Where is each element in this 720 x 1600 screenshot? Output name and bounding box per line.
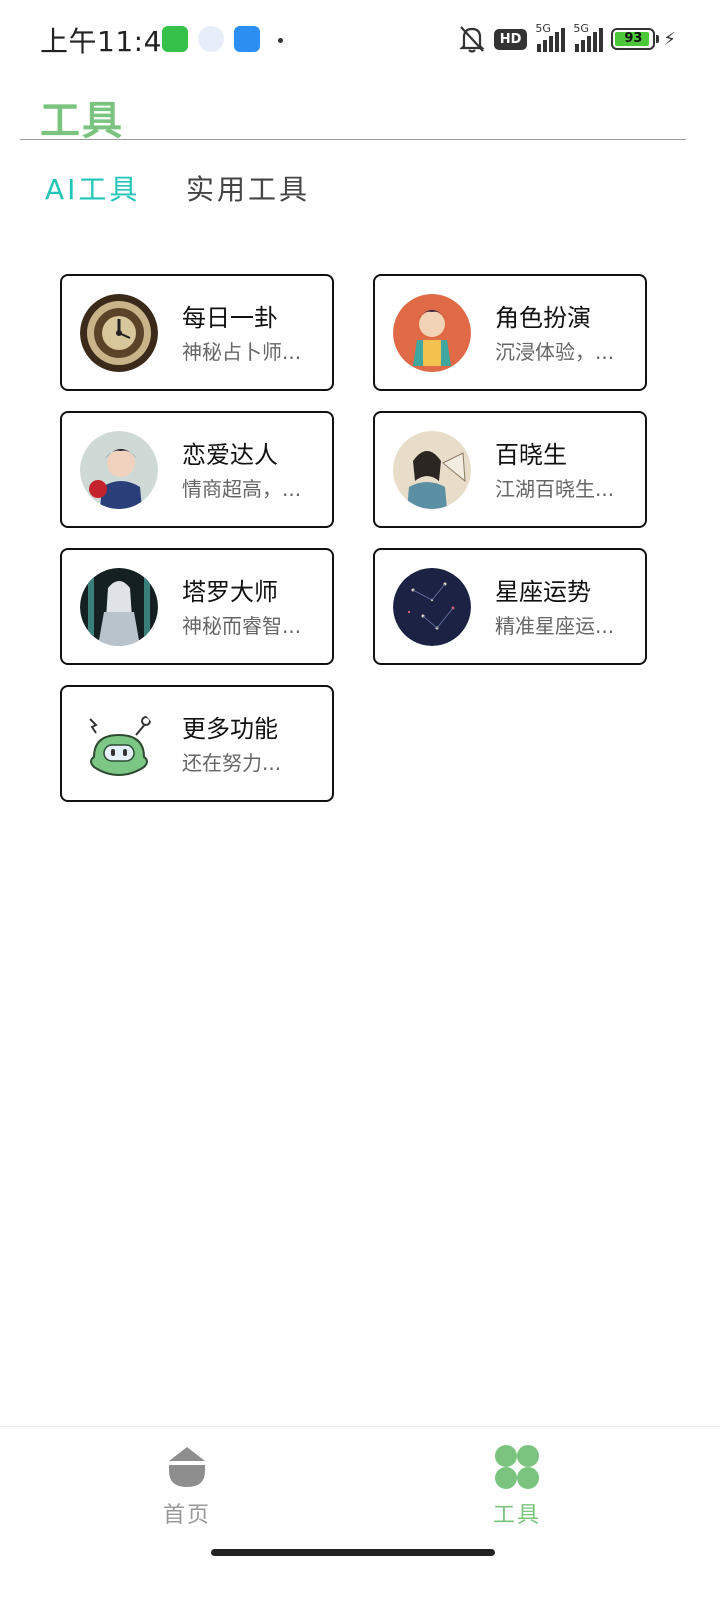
tool-card-horoscope[interactable]: 星座运势 精准星座运... <box>373 548 647 665</box>
tool-title: 每日一卦 <box>182 304 278 332</box>
home-indicator[interactable] <box>211 1549 495 1556</box>
signal-icon: 5G <box>573 22 604 52</box>
battery-icon: 93 <box>611 28 660 50</box>
tool-desc: 情商超高，... <box>182 477 302 501</box>
constellation-avatar <box>393 568 471 646</box>
scholar-avatar <box>393 431 471 509</box>
nav-home-label: 首页 <box>162 1503 211 1528</box>
tool-card-role-play[interactable]: 角色扮演 沉浸体验，... <box>373 274 647 391</box>
more-notifications-icon <box>278 38 283 43</box>
tool-title: 恋爱达人 <box>182 441 278 469</box>
status-icons: HD 5G 5G 93 ⚡ <box>458 22 676 56</box>
nav-tools-label: 工具 <box>492 1503 541 1528</box>
bell-off-icon <box>458 24 486 54</box>
bottom-nav: 首页 工具 <box>0 1426 720 1600</box>
tab-utility-tools[interactable]: 实用工具 <box>186 168 310 208</box>
app-notification-icon <box>234 26 260 52</box>
tool-title: 角色扮演 <box>495 304 591 332</box>
nav-home[interactable]: 首页 <box>137 1443 237 1529</box>
hd-badge: HD <box>493 28 528 50</box>
character-avatar <box>393 294 471 372</box>
clock-avatar <box>80 294 158 372</box>
tool-card-daily-divination[interactable]: 每日一卦 神秘占卜师... <box>60 274 334 391</box>
tool-card-know-it-all[interactable]: 百晓生 江湖百晓生... <box>373 411 647 528</box>
header-divider <box>20 139 686 140</box>
tool-desc: 沉浸体验，... <box>495 340 615 364</box>
tool-desc: 神秘而睿智... <box>182 614 302 638</box>
tool-desc: 还在努力... <box>182 751 282 775</box>
tool-card-love-expert[interactable]: 恋爱达人 情商超高，... <box>60 411 334 528</box>
status-time: 上午11:48 <box>40 25 181 58</box>
app-notification-icon <box>162 26 188 52</box>
tool-title: 更多功能 <box>182 715 278 743</box>
tool-card-more-features[interactable]: 更多功能 还在努力... <box>60 685 334 802</box>
clover-icon <box>492 1443 542 1491</box>
status-bar: 上午11:48 HD 5G 5G 93 ⚡ <box>0 0 720 76</box>
tool-desc: 精准星座运... <box>495 614 615 638</box>
signal-icon: 5G <box>535 22 566 52</box>
tool-desc: 神秘占卜师... <box>182 340 302 364</box>
app-notification-icon <box>198 26 224 52</box>
nav-tools[interactable]: 工具 <box>467 1443 567 1529</box>
tool-title: 塔罗大师 <box>182 578 278 606</box>
tab-ai-tools[interactable]: AI工具 <box>45 168 140 208</box>
page-title: 工具 <box>40 98 124 144</box>
tarot-avatar <box>80 568 158 646</box>
tool-card-tarot-master[interactable]: 塔罗大师 神秘而睿智... <box>60 548 334 665</box>
charging-icon: ⚡ <box>663 28 676 50</box>
tool-desc: 江湖百晓生... <box>495 477 615 501</box>
romance-avatar <box>80 431 158 509</box>
tool-title: 百晓生 <box>495 441 567 469</box>
tool-title: 星座运势 <box>495 578 591 606</box>
home-icon <box>162 1443 212 1491</box>
robot-icon <box>80 705 158 783</box>
